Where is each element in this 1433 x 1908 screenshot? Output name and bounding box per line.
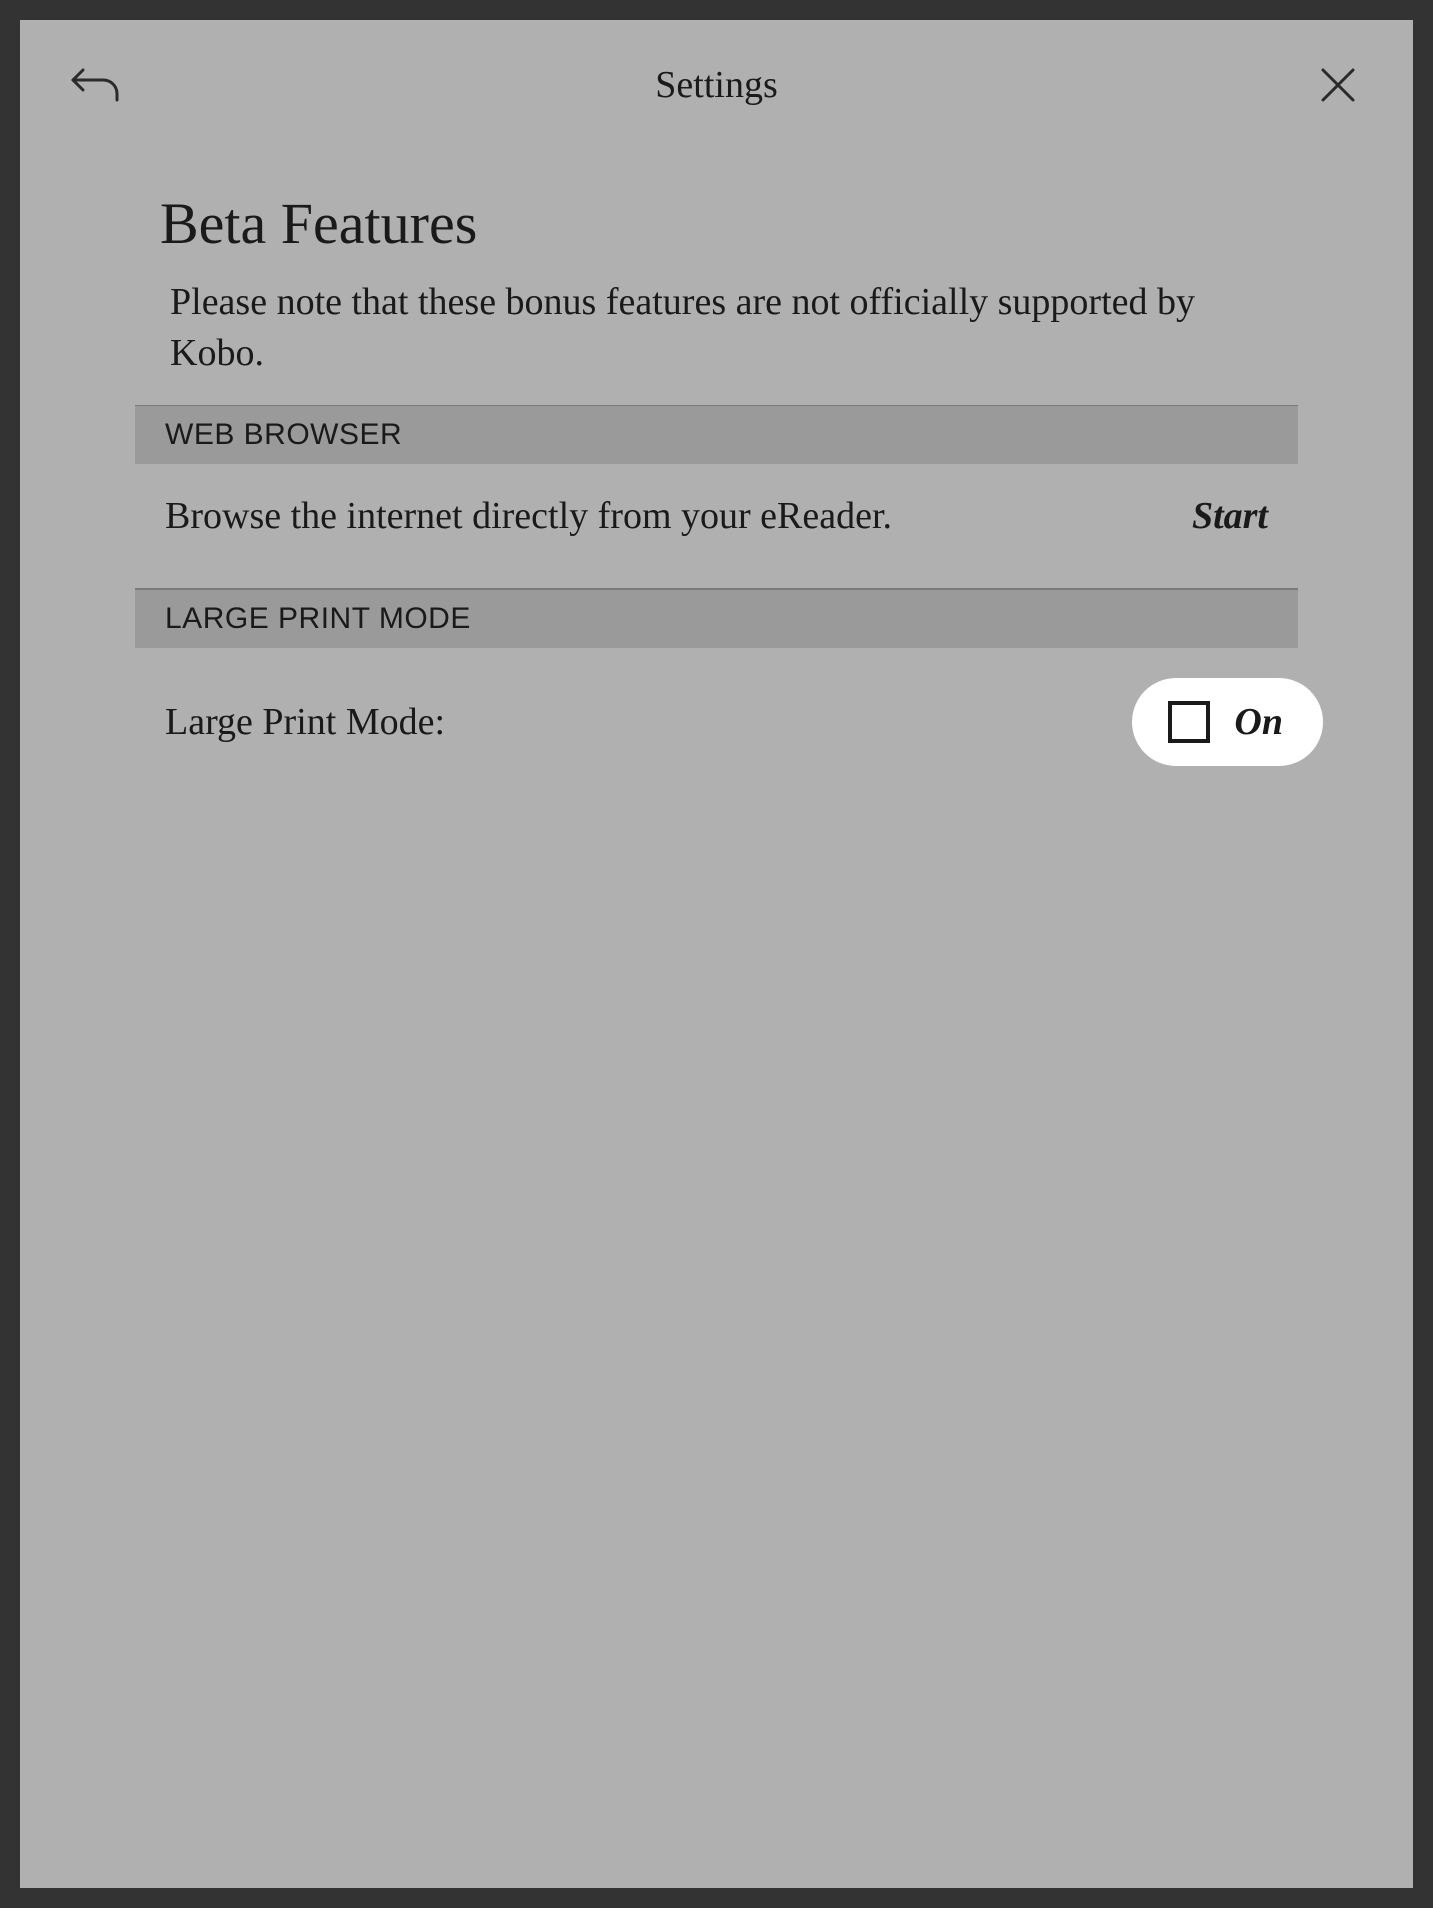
page-description: Please note that these bonus features ar…	[20, 277, 1413, 405]
web-browser-section-header: WEB BROWSER	[135, 405, 1298, 464]
close-icon	[1320, 67, 1356, 103]
large-print-section-header: LARGE PRINT MODE	[135, 589, 1298, 648]
header-title: Settings	[655, 63, 777, 107]
web-browser-row: Browse the internet directly from your e…	[135, 464, 1298, 589]
web-browser-description: Browse the internet directly from your e…	[165, 494, 892, 538]
checkbox-icon	[1168, 701, 1210, 743]
large-print-toggle-label: On	[1234, 700, 1283, 744]
large-print-toggle[interactable]: On	[1132, 678, 1323, 766]
large-print-row: Large Print Mode: On	[135, 648, 1323, 796]
back-arrow-icon	[71, 66, 119, 104]
close-button[interactable]	[1313, 60, 1363, 110]
page-title: Beta Features	[20, 190, 1413, 277]
web-browser-start-link[interactable]: Start	[1192, 494, 1268, 538]
back-button[interactable]	[70, 60, 120, 110]
large-print-label: Large Print Mode:	[165, 700, 445, 744]
